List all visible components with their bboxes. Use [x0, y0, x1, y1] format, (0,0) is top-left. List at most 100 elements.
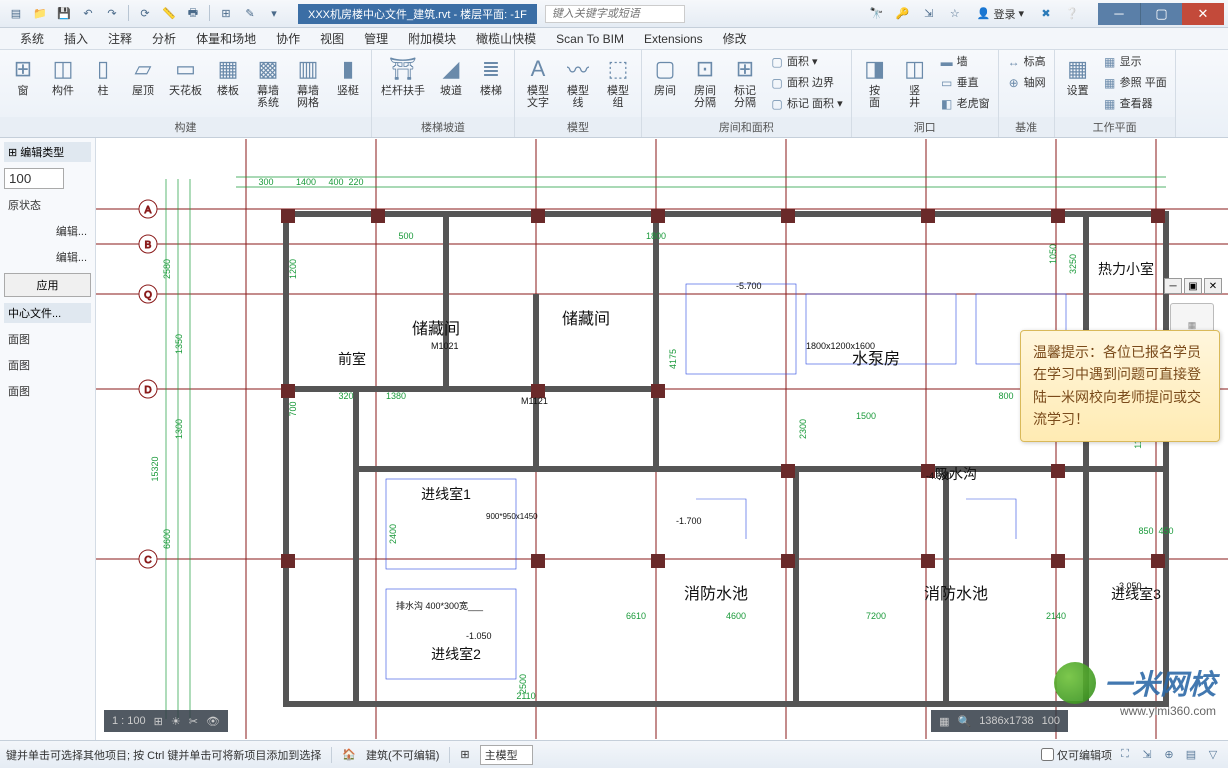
search-input[interactable]	[545, 5, 685, 23]
maximize-button[interactable]: ▢	[1140, 3, 1182, 25]
ribbon-tab[interactable]: 系统	[10, 27, 54, 50]
vc-icon[interactable]: ⊞	[154, 715, 163, 728]
qat-icon[interactable]: ✎	[240, 5, 260, 23]
browser-item[interactable]: 面图	[4, 329, 91, 349]
sb-icon[interactable]: ⊕	[1160, 746, 1178, 764]
filter-icon[interactable]: ▽	[1204, 746, 1222, 764]
ribbon-button[interactable]: ▱屋顶	[124, 52, 162, 100]
vc-icon[interactable]: ✂	[189, 715, 198, 728]
qat-dropdown-icon[interactable]: ▾	[264, 5, 284, 23]
watermark-url: www.yimi360.com	[1120, 704, 1216, 718]
ribbon-button-small[interactable]: ▭垂直	[936, 73, 994, 93]
ribbon-button-small[interactable]: ▬墙	[936, 52, 994, 72]
ribbon-button-small[interactable]: ◧老虎窗	[936, 94, 994, 114]
ribbon-group-label: 构建	[0, 117, 371, 137]
vc-icon[interactable]: 🔍	[957, 715, 971, 728]
sync-icon[interactable]: ⟳	[135, 5, 155, 23]
ribbon-button[interactable]: ≣楼梯	[472, 52, 510, 100]
browser-item[interactable]: 面图	[4, 355, 91, 375]
ribbon-tab[interactable]: 橄榄山快模	[466, 27, 546, 50]
print-icon[interactable]: 🖶	[183, 5, 203, 23]
ribbon-tab[interactable]: 管理	[354, 27, 398, 50]
ribbon-tab[interactable]: 插入	[54, 27, 98, 50]
app-menu-button[interactable]: ▤	[6, 5, 26, 23]
scale-label[interactable]: 1 : 100	[112, 715, 146, 727]
ribbon-button[interactable]: ◢坡道	[432, 52, 470, 100]
ribbon-button-small[interactable]: ▦参照 平面	[1099, 73, 1171, 93]
edit-link[interactable]: 编辑...	[4, 221, 91, 241]
ribbon-button[interactable]: ⛩栏杆扶手	[376, 52, 430, 100]
ribbon-button-small[interactable]: ▦查看器	[1099, 94, 1171, 114]
ribbon-button[interactable]: ⊞窗	[4, 52, 42, 100]
ribbon-button-small[interactable]: ▢面积 ▾	[766, 52, 847, 72]
open-icon[interactable]: 📁	[30, 5, 50, 23]
ribbon-button[interactable]: ◨按 面	[856, 52, 894, 112]
ribbon-button-small[interactable]: ⊕轴网	[1003, 73, 1050, 93]
editable-only-check[interactable]: 仅可编辑项	[1041, 746, 1112, 764]
close-button[interactable]: ✕	[1182, 3, 1224, 25]
ribbon-button[interactable]: ▮竖梃	[329, 52, 367, 100]
vc-icon[interactable]: ▦	[939, 715, 949, 728]
ribbon-button[interactable]: ▩幕墙 系统	[249, 52, 287, 112]
apply-button[interactable]: 应用	[4, 273, 91, 297]
view-restore-icon[interactable]: ▣	[1184, 278, 1202, 294]
ribbon-button[interactable]: ▭天花板	[164, 52, 207, 100]
ribbon-button[interactable]: ▯柱	[84, 52, 122, 100]
model-combo[interactable]: 主模型	[480, 745, 533, 765]
key-icon[interactable]: 🔑	[893, 5, 913, 23]
ribbon-tab[interactable]: 视图	[310, 27, 354, 50]
save-icon[interactable]: 💾	[54, 5, 74, 23]
vc-icon[interactable]: ☀	[171, 715, 181, 728]
ribbon-button[interactable]: 〰模型 线	[559, 52, 597, 112]
redo-icon[interactable]: ↷	[102, 5, 122, 23]
ribbon-button[interactable]: ⬚模型 组	[599, 52, 637, 112]
drawing-canvas[interactable]: A B Q D C 储藏间 储藏间 前室 水泵房 热力小室 进线室1 进线室2 …	[96, 138, 1228, 740]
view-close-icon[interactable]: ✕	[1204, 278, 1222, 294]
ribbon-button[interactable]: ▥幕墙 网格	[289, 52, 327, 112]
ribbon-button[interactable]: ◫构件	[44, 52, 82, 100]
ribbon-button-small[interactable]: ↔标高	[1003, 52, 1050, 72]
ribbon-tab[interactable]: 分析	[142, 27, 186, 50]
share-icon[interactable]: ⇲	[919, 5, 939, 23]
ribbon-tab[interactable]: 修改	[713, 27, 757, 50]
sb-icon[interactable]: ▤	[1182, 746, 1200, 764]
ribbon-tab[interactable]: Extensions	[634, 29, 713, 49]
scale-input[interactable]	[4, 168, 64, 189]
ribbon-button[interactable]: ◫竖 井	[896, 52, 934, 112]
sb-icon[interactable]: 🏠	[342, 748, 356, 761]
browser-header[interactable]: 中心文件...	[4, 303, 91, 323]
ribbon-tab[interactable]: 体量和场地	[186, 27, 266, 50]
ribbon-button[interactable]: ▦设置	[1059, 52, 1097, 100]
ribbon-button[interactable]: ⊡房间 分隔	[686, 52, 724, 112]
ribbon-tab[interactable]: 协作	[266, 27, 310, 50]
ribbon-button[interactable]: ▦楼板	[209, 52, 247, 100]
ribbon-button[interactable]: A模型 文字	[519, 52, 557, 112]
view-minimize-icon[interactable]: ─	[1164, 278, 1182, 294]
ribbon-button[interactable]: ▢房间	[646, 52, 684, 100]
ribbon-tab[interactable]: 注释	[98, 27, 142, 50]
undo-icon[interactable]: ↶	[78, 5, 98, 23]
edit-link[interactable]: 编辑...	[4, 247, 91, 267]
star-icon[interactable]: ☆	[945, 5, 965, 23]
ribbon-button-small[interactable]: ▢标记 面积 ▾	[766, 94, 847, 114]
svg-text:Q: Q	[144, 290, 152, 301]
help-icon[interactable]: ❔	[1062, 5, 1082, 23]
binoculars-icon[interactable]: 🔭	[867, 5, 887, 23]
qat-icon[interactable]: ⊞	[216, 5, 236, 23]
ribbon-tab[interactable]: 附加模块	[398, 27, 466, 50]
ribbon-button-small[interactable]: ▦显示	[1099, 52, 1171, 72]
vc-icon[interactable]: 👁	[206, 715, 220, 728]
exchange-icon[interactable]: ✖	[1036, 5, 1056, 23]
ribbon-button[interactable]: ⊞标记 分隔	[726, 52, 764, 112]
sb-icon[interactable]: ⊞	[460, 748, 469, 761]
minimize-button[interactable]: ─	[1098, 3, 1140, 25]
ribbon: ⊞窗◫构件▯柱▱屋顶▭天花板▦楼板▩幕墙 系统▥幕墙 网格▮竖梃构建⛩栏杆扶手◢…	[0, 50, 1228, 138]
measure-icon[interactable]: 📏	[159, 5, 179, 23]
edit-type-button[interactable]: ⊞ 编辑类型	[4, 142, 91, 162]
ribbon-button-small[interactable]: ▢面积 边界	[766, 73, 847, 93]
sb-icon[interactable]: ⇲	[1138, 746, 1156, 764]
sb-icon[interactable]: ⛶	[1116, 746, 1134, 764]
login-button[interactable]: 👤登录▾	[971, 4, 1030, 24]
ribbon-tab[interactable]: Scan To BIM	[546, 29, 634, 49]
browser-item[interactable]: 面图	[4, 381, 91, 401]
